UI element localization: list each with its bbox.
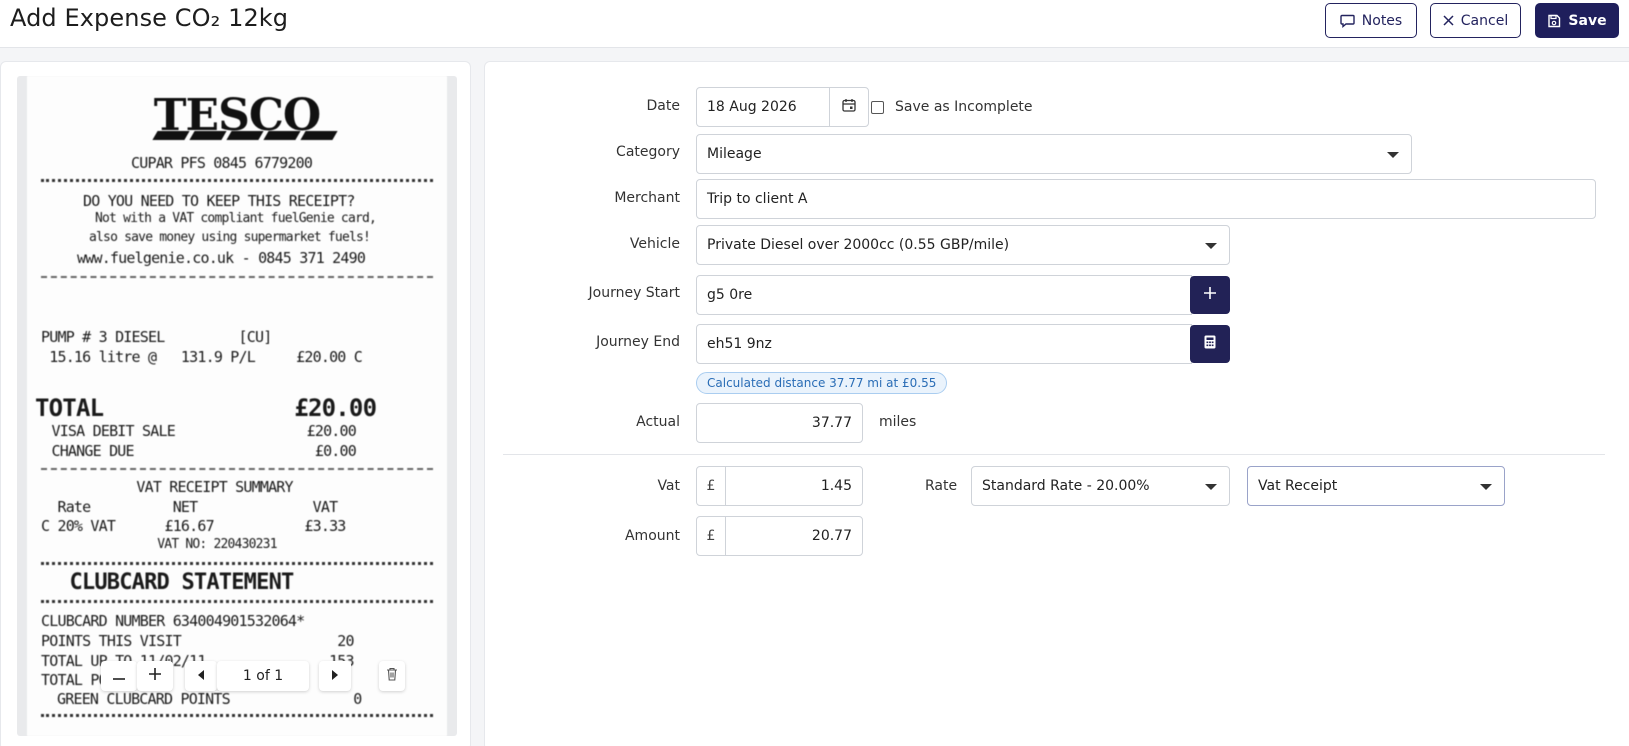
notes-button[interactable]: Notes <box>1325 3 1417 38</box>
save-incomplete-checkbox[interactable] <box>871 101 884 114</box>
actual-miles-input[interactable]: 37.77 <box>696 403 863 443</box>
journey-start-label: Journey Start <box>588 285 681 301</box>
rate-label: Rate <box>925 478 958 494</box>
receipt-line: VISA DEBIT SALE £20.00 <box>35 422 357 440</box>
receipt-separator <box>41 179 433 182</box>
receipt-logo-stripes <box>152 131 338 140</box>
plus-icon <box>1204 287 1216 303</box>
page-header: Add Expense CO₂ 12kg Notes Cancel Save <box>0 0 1629 48</box>
form-divider <box>503 454 1605 455</box>
journey-end-label: Journey End <box>596 334 680 350</box>
vehicle-select[interactable]: Private Diesel over 2000cc (0.55 GBP/mil… <box>696 225 1230 265</box>
calculate-distance-button[interactable] <box>1190 325 1230 363</box>
receipt-line: PUMP # 3 DIESEL [CU] <box>41 328 272 346</box>
vat-rate-value: Standard Rate - 20.00% <box>982 478 1150 494</box>
vat-currency-symbol: £ <box>696 466 726 506</box>
caret-right-icon <box>332 668 338 684</box>
category-select[interactable]: Mileage <box>696 134 1412 174</box>
notes-label: Notes <box>1361 12 1403 29</box>
receipt-separator <box>41 276 433 278</box>
chevron-down-icon <box>1387 152 1399 158</box>
chevron-down-icon <box>1480 484 1492 490</box>
receipt-line: CLUBCARD NUMBER 634004901532064* <box>41 612 305 630</box>
calendar-icon <box>842 98 856 116</box>
save-incomplete-label: Save as Incomplete <box>895 99 1033 115</box>
receipt-image: TESCO CUPAR PFS 0845 6779200 DO YOU NEED… <box>27 76 447 736</box>
caret-left-icon <box>198 668 204 684</box>
save-icon <box>1547 14 1561 28</box>
category-label: Category <box>616 144 680 160</box>
date-picker-button[interactable] <box>829 87 869 127</box>
chevron-down-icon <box>1205 484 1217 490</box>
page-indicator: 1 of 1 <box>217 661 309 691</box>
receipt-line: 15.16 litre @ 131.9 P/L £20.00 C <box>41 348 363 366</box>
receipt-line: C 20% VAT £16.67 £3.33 <box>41 517 346 535</box>
receipt-line: CUPAR PFS 0845 6779200 <box>131 154 313 172</box>
trash-icon <box>386 667 398 685</box>
receipt-separator <box>41 600 433 603</box>
miles-unit-label: miles <box>879 414 917 430</box>
page-title: Add Expense CO₂ 12kg <box>10 4 289 32</box>
receipt-viewer: TESCO CUPAR PFS 0845 6779200 DO YOU NEED… <box>17 76 457 736</box>
receipt-separator <box>41 562 433 565</box>
receipt-line: www.fuelgenie.co.uk - 0845 371 2490 <box>77 249 366 267</box>
save-button[interactable]: Save <box>1535 3 1619 38</box>
zoom-out-button[interactable] <box>101 661 137 691</box>
receipt-line: Not with a VAT compliant fuelGenie card, <box>95 211 377 226</box>
receipt-total: TOTAL £20.00 <box>35 394 377 422</box>
cancel-label: Cancel <box>1460 12 1509 29</box>
save-label: Save <box>1568 12 1607 29</box>
vehicle-label: Vehicle <box>629 236 680 252</box>
minus-icon <box>113 668 125 684</box>
plus-icon <box>149 668 161 684</box>
receipt-panel: TESCO CUPAR PFS 0845 6779200 DO YOU NEED… <box>0 61 471 746</box>
receipt-line: also save money using supermarket fuels! <box>89 230 371 245</box>
delete-receipt-button[interactable] <box>379 661 405 691</box>
category-value: Mileage <box>707 146 762 162</box>
comment-icon <box>1340 14 1355 28</box>
receipt-line: POINTS THIS VISIT 20 <box>41 632 355 650</box>
journey-end-input[interactable]: eh51 9nz <box>696 324 1192 364</box>
add-stop-button[interactable] <box>1190 276 1230 314</box>
vat-receipt-type-select[interactable]: Vat Receipt <box>1247 466 1505 506</box>
chevron-down-icon <box>1205 243 1217 249</box>
receipt-line: VAT RECEIPT SUMMARY <box>87 478 293 496</box>
date-input[interactable]: 18 Aug 2026 <box>696 87 830 127</box>
receipt-line: CHANGE DUE £0.00 <box>35 442 357 460</box>
journey-start-input[interactable]: g5 0re <box>696 275 1192 315</box>
vat-label: Vat <box>657 478 680 494</box>
zoom-in-button[interactable] <box>137 661 173 691</box>
merchant-label: Merchant <box>614 190 680 206</box>
date-label: Date <box>646 98 680 114</box>
amount-currency-symbol: £ <box>696 516 726 556</box>
vehicle-value: Private Diesel over 2000cc (0.55 GBP/mil… <box>707 237 1010 253</box>
receipt-line: DO YOU NEED TO KEEP THIS RECEIPT? <box>83 192 355 210</box>
prev-page-button[interactable] <box>185 661 217 691</box>
next-page-button[interactable] <box>319 661 351 691</box>
calculated-distance-badge: Calculated distance 37.77 mi at £0.55 <box>696 372 948 394</box>
vat-rate-select[interactable]: Standard Rate - 20.00% <box>971 466 1230 506</box>
receipt-toolbar: 1 of 1 <box>101 661 405 691</box>
close-icon <box>1443 15 1454 26</box>
amount-input[interactable]: 20.77 <box>725 516 863 556</box>
receipt-line: GREEN CLUBCARD POINTS 0 <box>57 690 362 708</box>
merchant-input[interactable]: Trip to client A <box>696 179 1596 219</box>
amount-label: Amount <box>624 528 680 544</box>
receipt-separator <box>41 468 433 470</box>
actual-label: Actual <box>636 414 680 430</box>
vat-receipt-type-value: Vat Receipt <box>1258 478 1338 494</box>
receipt-separator <box>41 714 433 717</box>
receipt-line: VAT NO: 220430231 <box>87 537 277 552</box>
vat-amount-input[interactable]: 1.45 <box>725 466 863 506</box>
receipt-line: Rate NET VAT <box>41 498 338 516</box>
receipt-heading: CLUBCARD STATEMENT <box>57 570 294 595</box>
calculator-icon <box>1204 335 1216 353</box>
cancel-button[interactable]: Cancel <box>1430 3 1521 38</box>
